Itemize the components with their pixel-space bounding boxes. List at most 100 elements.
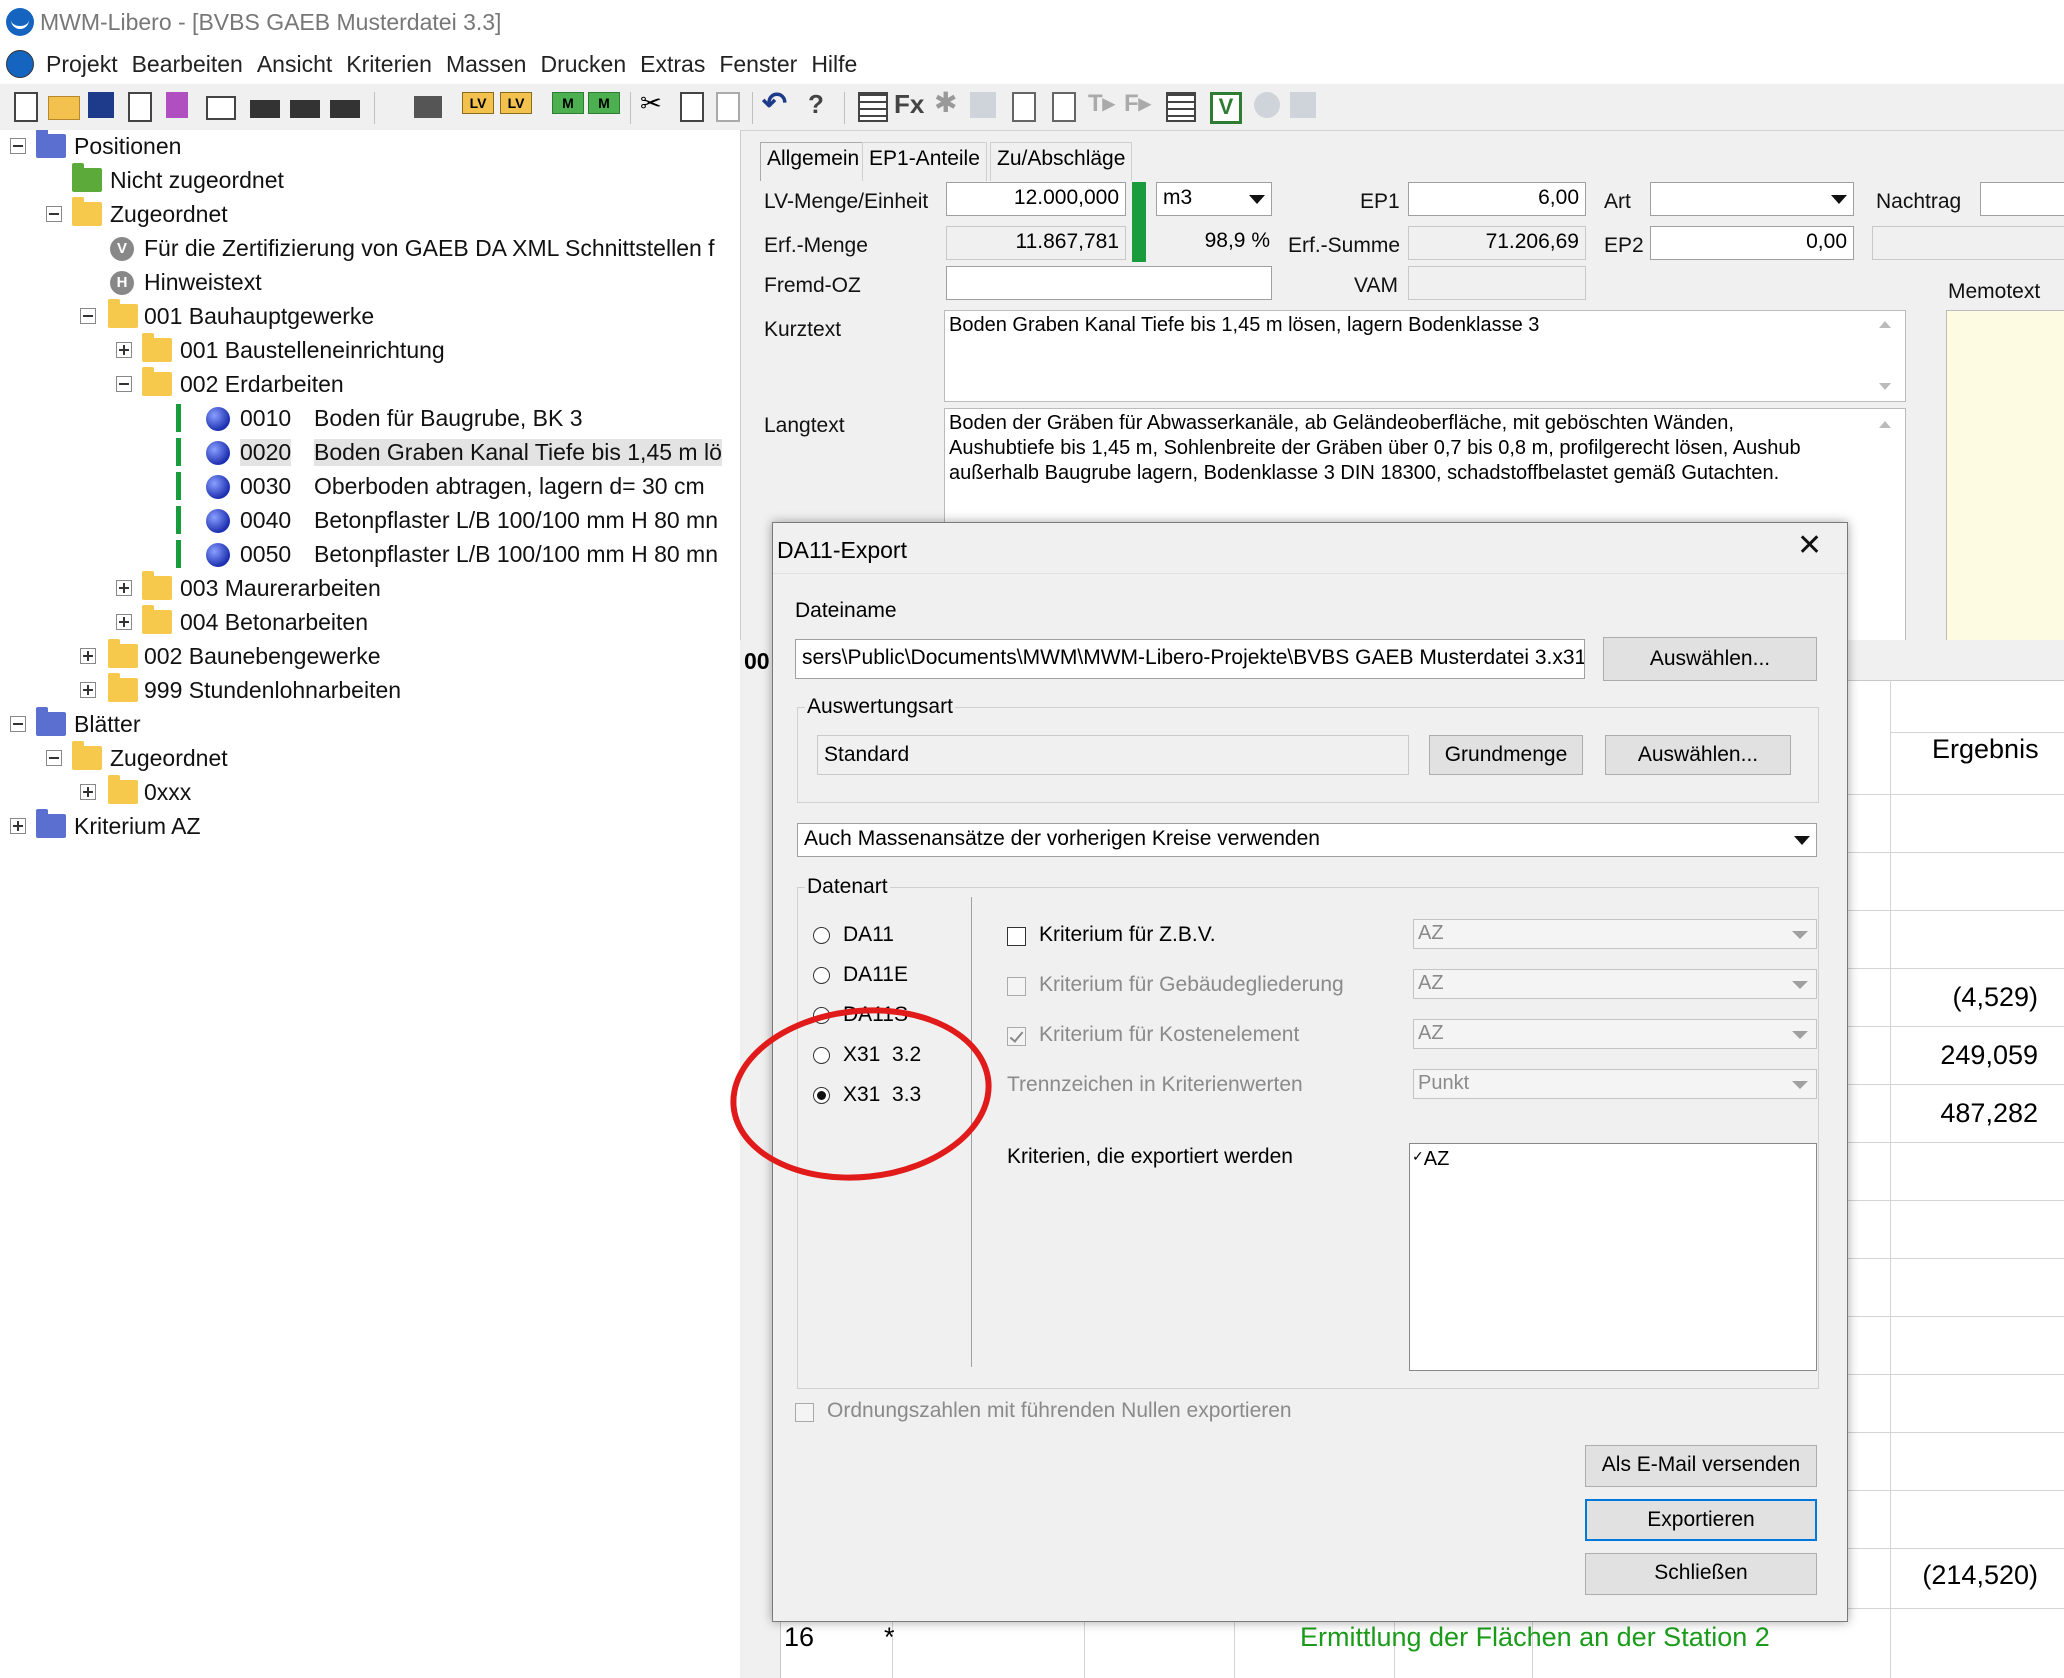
scroll-up-icon[interactable] — [1879, 321, 1891, 328]
list-item[interactable]: ✓AZ — [1412, 1148, 1449, 1171]
menu-drucken[interactable]: Drucken — [540, 51, 626, 78]
field-format-icon[interactable]: F▸ — [1124, 89, 1154, 119]
lv-up-icon[interactable]: LV — [462, 92, 494, 114]
list-icon[interactable] — [858, 92, 888, 122]
einheit-select[interactable]: m3 — [1156, 182, 1272, 216]
tab-allgemein[interactable]: Allgemein — [760, 142, 867, 181]
expand-icon[interactable] — [116, 580, 132, 596]
expand-icon[interactable] — [116, 614, 132, 630]
chart-icon[interactable] — [166, 92, 188, 118]
copy-icon[interactable] — [680, 92, 704, 122]
krit-kosten-checkbox[interactable] — [1007, 1027, 1026, 1046]
ordnungszahlen-checkbox[interactable] — [795, 1403, 814, 1422]
document-menu-icon[interactable] — [6, 50, 34, 78]
collapse-icon[interactable] — [10, 138, 26, 154]
menu-ansicht[interactable]: Ansicht — [257, 51, 332, 78]
menu-kriterien[interactable]: Kriterien — [346, 51, 432, 78]
cut-icon[interactable]: ✂ — [640, 88, 670, 118]
text-format-icon[interactable]: T▸ — [1088, 89, 1118, 119]
nachtrag-field[interactable] — [1980, 182, 2064, 216]
lv-menge-field[interactable]: 12.000,000 — [946, 182, 1126, 216]
criteria-a-icon[interactable] — [330, 100, 360, 118]
add-document-icon[interactable] — [1012, 92, 1036, 122]
kurztext-area[interactable]: Boden Graben Kanal Tiefe bis 1,45 m löse… — [944, 310, 1906, 402]
krit-zbv-checkbox[interactable] — [1007, 927, 1026, 946]
save-icon[interactable] — [88, 92, 114, 118]
undo-icon[interactable]: ↶ — [762, 86, 792, 120]
auswaehlen-auswertung-button[interactable]: Auswählen... — [1605, 735, 1791, 775]
folder-icon — [108, 775, 138, 804]
krit-zbv-select[interactable]: AZ — [1413, 919, 1817, 949]
menu-hilfe[interactable]: Hilfe — [811, 51, 857, 78]
new-document-icon[interactable] — [14, 92, 38, 122]
page-icon[interactable] — [128, 92, 152, 122]
expand-icon[interactable] — [80, 648, 96, 664]
collapse-icon[interactable] — [80, 308, 96, 324]
expand-icon[interactable] — [116, 342, 132, 358]
krit-kosten-label: Kriterium für Kostenelement — [1039, 1023, 1300, 1046]
table-insert-icon[interactable] — [414, 96, 442, 118]
tab-ep1-anteile[interactable]: EP1-Anteile — [862, 142, 987, 181]
title-divider — [773, 573, 1847, 574]
asterisk-icon[interactable]: ✱ — [934, 86, 964, 118]
expand-icon[interactable] — [80, 784, 96, 800]
collapse-icon[interactable] — [10, 716, 26, 732]
ep2-field[interactable]: 0,00 — [1650, 226, 1854, 260]
collapse-icon[interactable] — [46, 206, 62, 222]
toolbar-separator — [844, 92, 845, 124]
radio-da11[interactable] — [813, 927, 830, 944]
scroll-down-icon[interactable] — [1879, 383, 1891, 390]
open-folder-icon[interactable] — [48, 96, 80, 120]
lv-down-icon[interactable]: LV — [500, 92, 532, 114]
kriterien-export-list[interactable]: ✓AZ — [1409, 1143, 1817, 1371]
krit-gebaeude-select[interactable]: AZ — [1413, 969, 1817, 999]
grundmenge-button[interactable]: Grundmenge — [1429, 735, 1583, 775]
art-select[interactable] — [1650, 182, 1854, 216]
grid-icon[interactable] — [1166, 92, 1196, 122]
menu-bearbeiten[interactable]: Bearbeiten — [132, 51, 243, 78]
help-icon[interactable]: ? — [808, 89, 824, 119]
radio-da11e[interactable] — [813, 967, 830, 984]
m-up-icon[interactable]: M — [552, 92, 584, 114]
krit-kosten-select[interactable]: AZ — [1413, 1019, 1817, 1049]
window-icon[interactable] — [206, 96, 236, 120]
email-button[interactable]: Als E-Mail versenden — [1585, 1445, 1817, 1487]
trennzeichen-select[interactable]: Punkt — [1413, 1069, 1817, 1099]
collapse-icon[interactable] — [46, 750, 62, 766]
memotext-label: Memotext — [1948, 280, 2041, 303]
menu-extras[interactable]: Extras — [640, 51, 705, 78]
fremd-oz-field[interactable] — [946, 266, 1272, 300]
image-icon[interactable] — [970, 92, 996, 118]
collapse-icon[interactable] — [116, 376, 132, 392]
menu-massen[interactable]: Massen — [446, 51, 527, 78]
tool-icon[interactable] — [1290, 92, 1316, 118]
close-icon[interactable]: ✕ — [1797, 531, 1822, 561]
scroll-up-icon[interactable] — [1879, 421, 1891, 428]
verify-icon[interactable]: V — [1210, 92, 1242, 124]
search-icon[interactable] — [1254, 92, 1280, 118]
folder-icon — [108, 639, 138, 668]
massenansaetze-value: Auch Massenansätze der vorherigen Kreise… — [804, 827, 1320, 850]
ep1-field[interactable]: 6,00 — [1408, 182, 1586, 216]
memotext-area[interactable] — [1946, 310, 2064, 642]
dateiname-input[interactable]: sers\Public\Documents\MWM\MWM-Libero-Pro… — [795, 639, 1585, 679]
kurztext-label: Kurztext — [764, 318, 842, 341]
criteria-m-icon[interactable] — [250, 100, 280, 118]
paste-icon[interactable] — [716, 92, 740, 122]
menu-fenster[interactable]: Fenster — [719, 51, 797, 78]
menu-projekt[interactable]: Projekt — [46, 51, 118, 78]
close-button[interactable]: Schließen — [1585, 1553, 1817, 1595]
export-button[interactable]: Exportieren — [1585, 1499, 1817, 1541]
text-document-icon[interactable] — [1052, 92, 1076, 122]
m-down-icon[interactable]: M — [588, 92, 620, 114]
auswaehlen-file-button[interactable]: Auswählen... — [1603, 637, 1817, 681]
expand-icon[interactable] — [80, 682, 96, 698]
tab-zu-abschlaege[interactable]: Zu/Abschläge — [990, 142, 1133, 181]
krit-gebaeude-checkbox[interactable] — [1007, 977, 1026, 996]
massenansaetze-select[interactable]: Auch Massenansätze der vorherigen Kreise… — [797, 823, 1817, 857]
progress-indicator — [1132, 182, 1146, 262]
formula-icon[interactable]: Fx — [894, 89, 924, 119]
expand-icon[interactable] — [10, 818, 26, 834]
art-label: Art — [1604, 190, 1631, 213]
criteria-r-icon[interactable] — [290, 100, 320, 118]
